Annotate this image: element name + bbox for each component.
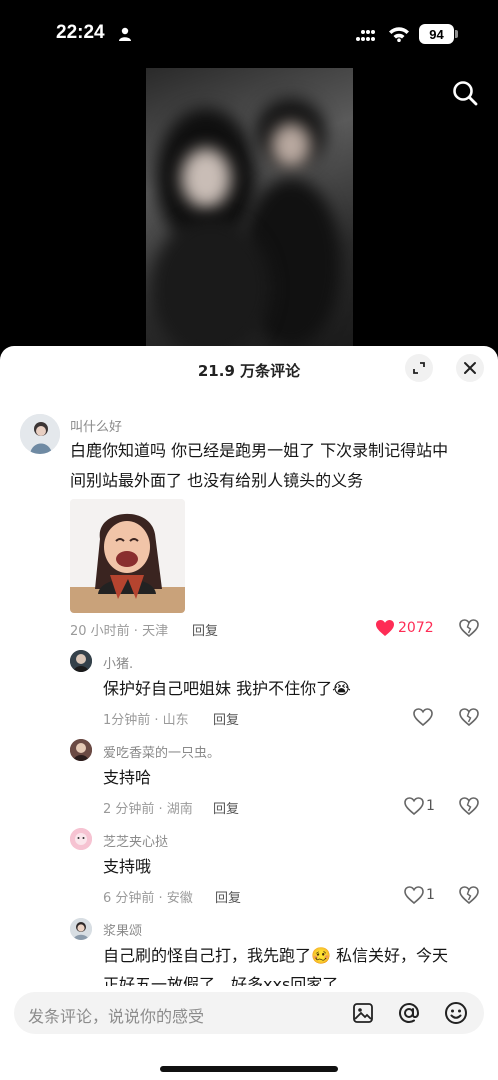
- status-bar: 22:24 94: [0, 0, 498, 68]
- battery-tip: [455, 30, 458, 38]
- comment-input-placeholder: 发条评论，说说你的感受: [28, 1007, 205, 1026]
- heart-filled-icon[interactable]: [375, 619, 395, 637]
- avatar[interactable]: [70, 650, 92, 672]
- laughing-girl-sticker: [70, 499, 185, 613]
- battery-indicator: 94: [419, 24, 454, 44]
- comment-text: 支持哈: [103, 768, 152, 787]
- image-icon[interactable]: [352, 1002, 374, 1024]
- dislike-icon[interactable]: [459, 797, 479, 815]
- wifi-icon: [389, 27, 409, 42]
- dislike-icon[interactable]: [459, 619, 479, 637]
- comment-username[interactable]: 小猪.: [103, 653, 133, 672]
- avatar[interactable]: [70, 739, 92, 761]
- comment-input-bar: 发条评论，说说你的感受: [0, 986, 498, 1080]
- comment-username[interactable]: 叫什么好: [70, 416, 122, 435]
- like-count: 2072: [398, 620, 434, 636]
- avatar-image: [20, 414, 60, 454]
- comments-sheet: 21.9 万条评论 叫什么好 白鹿你知道吗 你已经是跑男一姐了 下次录制记得站中…: [0, 346, 498, 986]
- close-button[interactable]: [456, 354, 484, 382]
- comment-username[interactable]: 芝芝夹心挞: [103, 831, 168, 850]
- battery-level: 94: [429, 26, 444, 42]
- clock: 22:24: [56, 22, 105, 43]
- comment-text: 保护好自己吧姐妹 我护不住你了😭: [103, 679, 351, 698]
- comment-meta: 20 小时前 · 天津: [70, 624, 169, 639]
- reply-button[interactable]: 回复: [192, 620, 218, 639]
- search-icon[interactable]: [452, 80, 478, 106]
- comment-text: 支持哦: [103, 857, 152, 876]
- reply-button[interactable]: 回复: [215, 887, 241, 906]
- emoji-icon[interactable]: [444, 1001, 468, 1025]
- comment-sticker-image[interactable]: [70, 499, 185, 613]
- home-indicator[interactable]: [160, 1066, 338, 1072]
- reply-button[interactable]: 回复: [213, 709, 239, 728]
- expand-button[interactable]: [405, 354, 433, 382]
- video-thumbnail[interactable]: [146, 68, 353, 350]
- comment-text-continued: 正好五一放假了，好多xxs回家了: [103, 975, 339, 986]
- cellular-signal-icon: [356, 30, 375, 41]
- like-count: 1: [426, 798, 435, 814]
- close-icon: [464, 362, 476, 374]
- expand-icon: [413, 362, 425, 374]
- avatar[interactable]: [70, 828, 92, 850]
- avatar[interactable]: [70, 918, 92, 940]
- dislike-icon[interactable]: [459, 708, 479, 726]
- avatar-image: [70, 918, 92, 940]
- comment-meta: 1分钟前 · 山东: [103, 713, 189, 728]
- comment-input[interactable]: 发条评论，说说你的感受: [14, 992, 484, 1034]
- person-icon: [119, 27, 131, 41]
- reply-button[interactable]: 回复: [213, 798, 239, 817]
- avatar[interactable]: [20, 414, 60, 454]
- dislike-icon[interactable]: [459, 886, 479, 904]
- avatar-image: [70, 828, 92, 850]
- comment-meta: 2 分钟前 · 湖南: [103, 802, 193, 817]
- avatar-image: [70, 650, 92, 672]
- comment-text: 自己刷的怪自己打，我先跑了🥴 私信关好，今天: [103, 946, 449, 965]
- heart-outline-icon[interactable]: [404, 797, 424, 815]
- heart-outline-icon[interactable]: [413, 708, 433, 726]
- like-count: 1: [426, 887, 435, 903]
- comment-username[interactable]: 浆果颂: [103, 920, 142, 939]
- comment-text-continued: 间别站最外面了 也没有给别人镜头的义务: [70, 471, 364, 490]
- mention-icon[interactable]: [397, 1001, 421, 1025]
- heart-outline-icon[interactable]: [404, 886, 424, 904]
- comment-username[interactable]: 爱吃香菜的一只虫。: [103, 742, 220, 761]
- comment-text: 白鹿你知道吗 你已经是跑男一姐了 下次录制记得站中: [70, 441, 449, 460]
- avatar-image: [70, 739, 92, 761]
- comment-meta: 6 分钟前 · 安徽: [103, 891, 193, 906]
